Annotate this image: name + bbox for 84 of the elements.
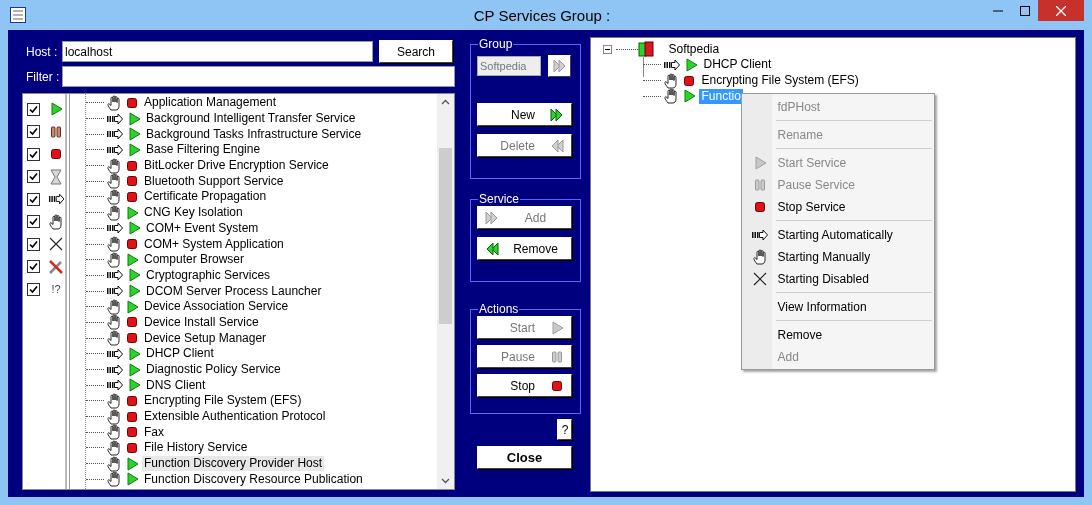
scrollbar-thumb[interactable] (439, 148, 452, 324)
collapse-toggle[interactable] (603, 44, 613, 54)
service-item[interactable]: Cryptographic Services (144, 267, 273, 283)
service-item[interactable]: Bluetooth Support Service (142, 173, 286, 189)
hourglass-icon (48, 168, 64, 185)
service-item[interactable]: Computer Browser (142, 252, 247, 268)
window-title: CP Services Group : (472, 6, 612, 24)
double-arrow-right-icon (549, 106, 565, 123)
help-button[interactable]: ? (557, 419, 573, 440)
filter-checkbox[interactable] (27, 125, 40, 139)
scroll-down-icon[interactable] (441, 478, 450, 484)
filter-checkbox[interactable] (27, 102, 40, 116)
group-box-title: Group (478, 37, 514, 51)
menu-item[interactable]: Starting Automatically (742, 224, 935, 246)
service-item[interactable]: Application Management (142, 95, 279, 111)
search-button[interactable]: Search (379, 40, 453, 63)
service-item[interactable]: Device Install Service (142, 314, 261, 330)
cross-icon (751, 271, 768, 287)
service-item[interactable]: DCOM Server Process Launcher (144, 283, 324, 299)
service-item[interactable]: CNG Key Isolation (142, 205, 245, 221)
scroll-up-icon[interactable] (441, 99, 450, 105)
play-icon (48, 101, 64, 118)
cross-icon (48, 236, 64, 253)
group-box-title: Actions (478, 302, 520, 316)
service-item[interactable]: COM+ System Application (142, 236, 286, 252)
menu-item[interactable]: View Information (742, 296, 935, 318)
service-item[interactable]: Device Setup Manager (142, 330, 269, 346)
service-item[interactable]: Diagnostic Policy Service (144, 362, 283, 378)
play-icon (549, 319, 565, 336)
close-dialog-button[interactable]: Close (477, 446, 572, 469)
filter-label: Filter : (25, 69, 59, 84)
app-icon (10, 7, 26, 23)
filter-checkbox[interactable] (27, 237, 40, 251)
filter-checkbox[interactable] (27, 215, 40, 229)
close-icon (1056, 5, 1066, 16)
service-item[interactable]: DNS Client (144, 377, 208, 393)
service-item[interactable]: Function Discovery Resource Publication (142, 471, 365, 487)
service-item[interactable]: File History Service (142, 440, 250, 456)
service-item[interactable]: COM+ Event System (144, 220, 261, 236)
service-item[interactable]: Background Intelligent Transfer Service (144, 111, 358, 127)
double-arrow-left-icon (484, 240, 500, 257)
double-arrow-right-icon (551, 58, 568, 74)
service-item[interactable]: Encrypting File System (EFS) (142, 393, 304, 409)
filter-checkbox[interactable] (27, 147, 40, 161)
service-item[interactable]: Base Filtering Engine (144, 142, 263, 158)
maximize-icon (1019, 5, 1030, 16)
service-item[interactable]: BitLocker Drive Encryption Service (142, 158, 331, 174)
menu-item[interactable]: Stop Service (742, 196, 935, 218)
service-item[interactable]: Certificate Propagation (142, 189, 269, 205)
service-item[interactable]: DHCP Client (144, 346, 216, 362)
tools-icon (48, 258, 64, 275)
tree-item[interactable]: DHCP Client (701, 57, 774, 73)
host-label: Host : (25, 44, 59, 59)
pause-icon (549, 348, 565, 365)
group-action-button[interactable]: New (477, 103, 572, 126)
filter-checkbox[interactable] (27, 282, 40, 296)
double-arrow-left-icon (549, 137, 565, 154)
arrow-icon (750, 227, 769, 243)
menu-item[interactable]: Starting Disabled (742, 268, 935, 290)
pause-icon (48, 123, 64, 140)
menu-item[interactable]: Remove (742, 324, 935, 346)
host-field[interactable]: localhost (62, 41, 373, 62)
close-button[interactable] (1038, 0, 1084, 21)
scrollbar[interactable] (437, 94, 454, 489)
filter-checkbox[interactable] (27, 170, 40, 184)
service-item[interactable]: Function Discovery Provider Host (142, 456, 325, 472)
tree-item[interactable]: Encrypting File System (EFS) (699, 73, 861, 89)
service-item[interactable]: Device Association Service (142, 299, 291, 315)
unknown-state-label: !? (50, 283, 62, 296)
filter-checkbox[interactable] (27, 192, 40, 206)
tree-item[interactable]: Softpedia (668, 42, 720, 56)
hand-icon (751, 249, 768, 265)
filter-field[interactable] (62, 66, 455, 87)
action-button[interactable]: Remove (477, 237, 572, 260)
hand-icon (48, 213, 64, 230)
group-box-title: Service (478, 192, 520, 206)
double-arrow-right-icon (484, 209, 500, 226)
menu-item[interactable]: Starting Manually (742, 246, 935, 268)
service-item[interactable]: Background Tasks Infrastructure Service (144, 126, 364, 142)
service-item[interactable]: Extensible Authentication Protocol (142, 409, 328, 425)
service-item[interactable]: Fax (142, 424, 166, 440)
group-icon (638, 41, 655, 57)
filter-checkbox[interactable] (27, 260, 40, 274)
action-button[interactable]: Stop (477, 374, 572, 397)
